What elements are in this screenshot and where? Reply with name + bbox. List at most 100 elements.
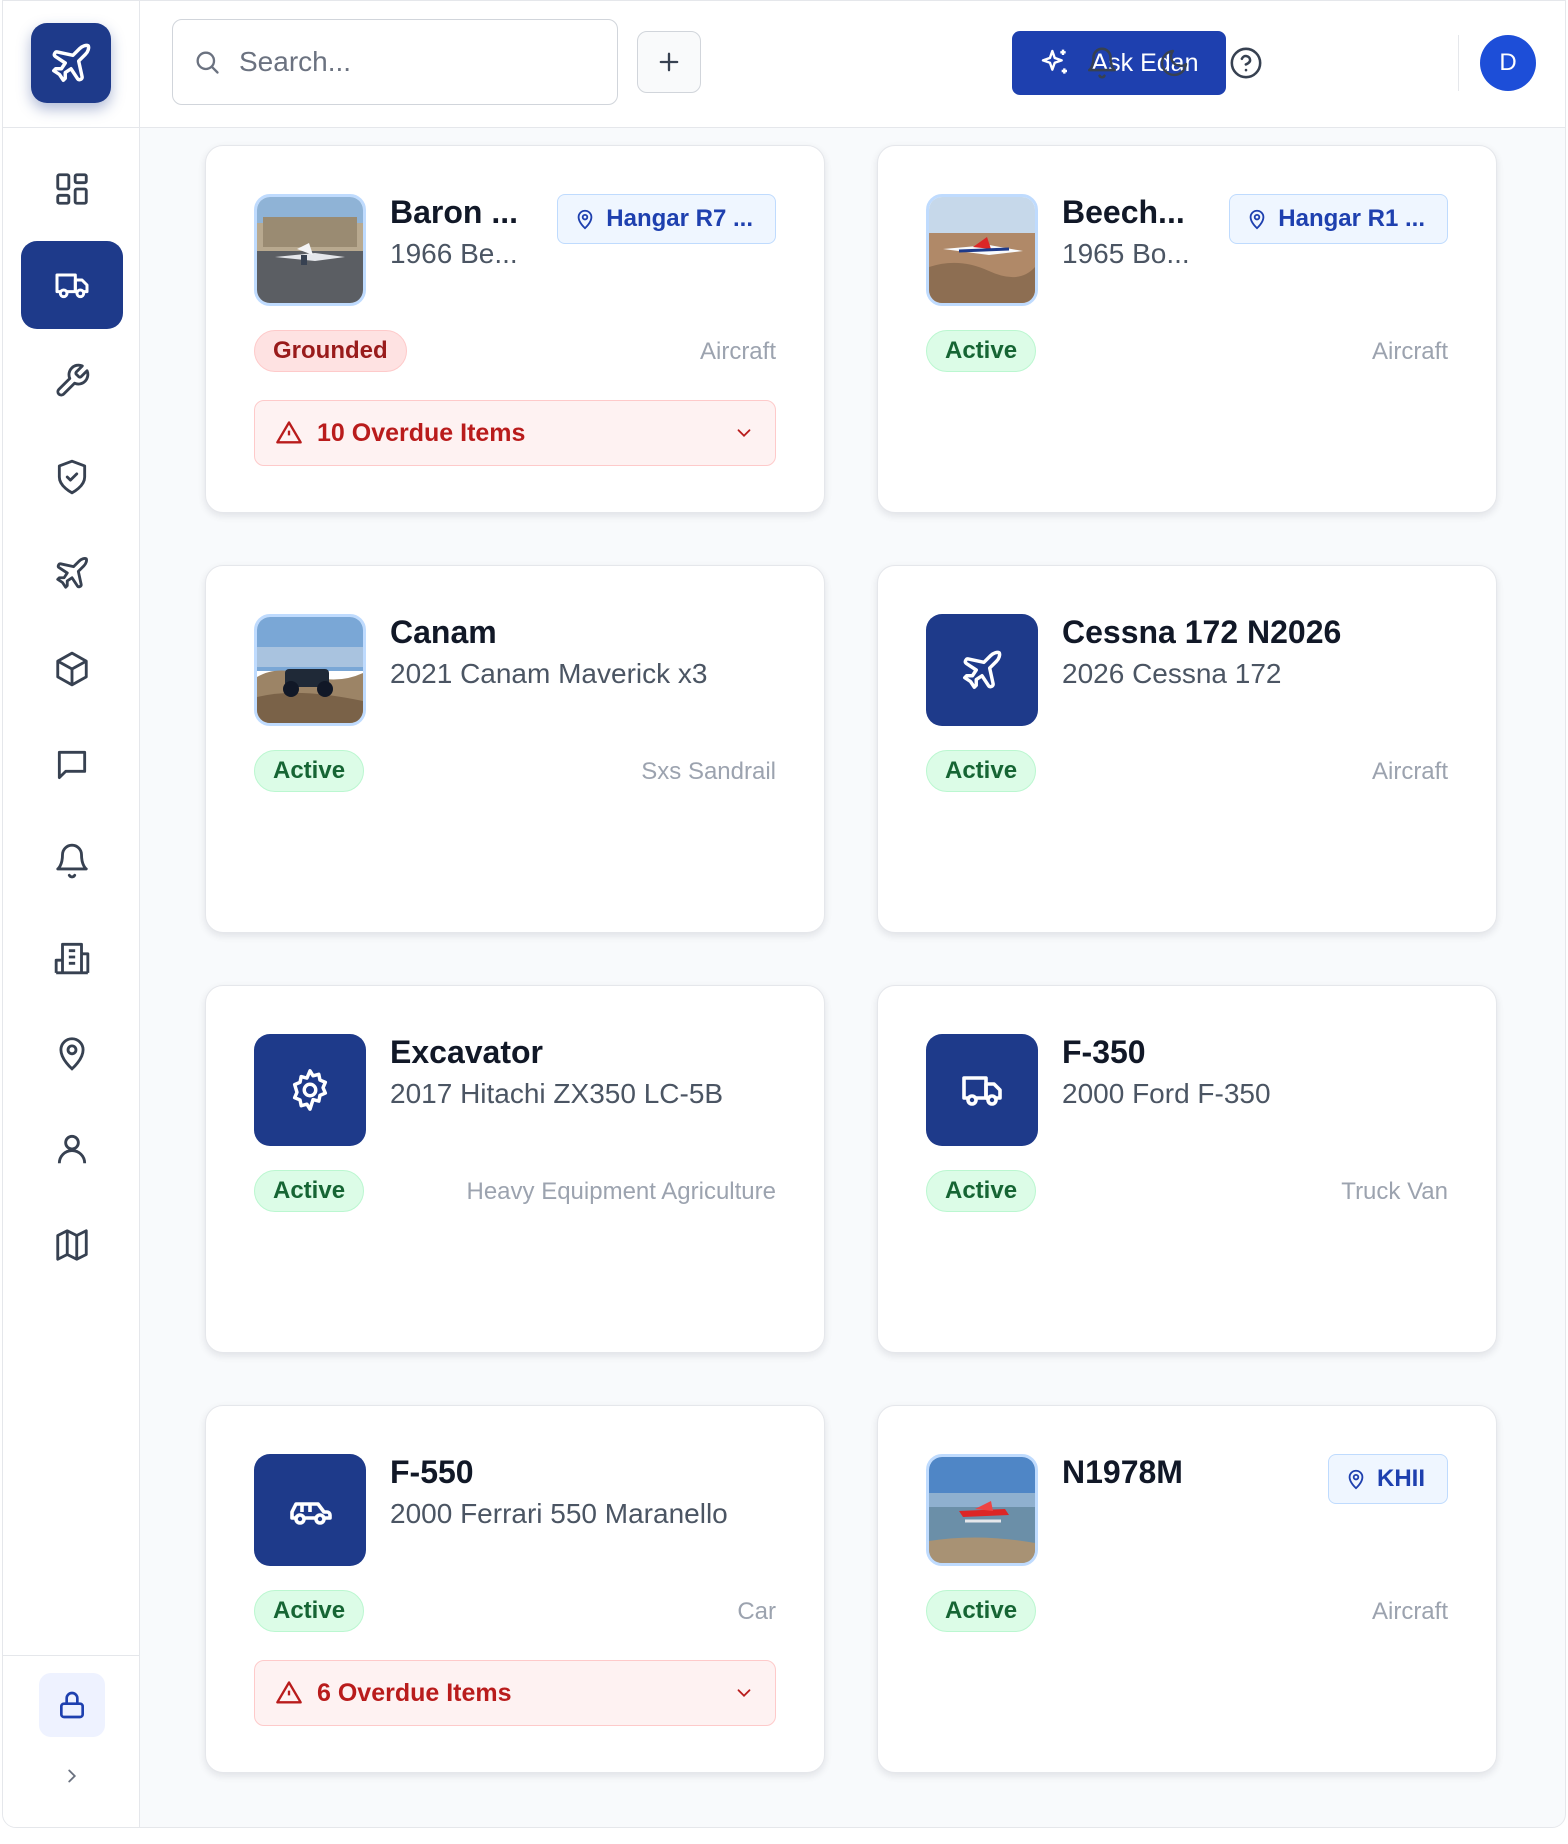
status-badge: Active — [254, 750, 365, 792]
map-icon — [56, 1229, 88, 1261]
chat-icon — [57, 750, 87, 780]
bell-icon — [1087, 47, 1117, 79]
overdue-items-dropdown[interactable]: 6 Overdue Items — [254, 1660, 776, 1726]
asset-photo — [254, 614, 366, 726]
sparkles-icon — [1042, 49, 1068, 74]
avatar-initial: D — [1499, 49, 1517, 76]
sidebar-item-maintenance[interactable] — [21, 337, 123, 425]
status-badge: Active — [254, 1170, 365, 1212]
location-badge[interactable]: Hangar R1 ... — [1229, 194, 1448, 244]
asset-category: Aircraft — [1371, 338, 1448, 365]
sidebar-item-compliance[interactable] — [21, 433, 123, 521]
bell-icon — [56, 843, 88, 879]
status-badge: Grounded — [254, 330, 407, 372]
asset-type-tile — [926, 614, 1038, 726]
search-box[interactable] — [172, 19, 618, 105]
notifications-button[interactable] — [1078, 39, 1126, 87]
sidebar-item-map[interactable] — [21, 1201, 123, 1289]
asset-category: Aircraft — [1371, 1598, 1448, 1625]
asset-card[interactable]: Beech... 1965 Bo... Hangar R1 ... Active… — [877, 145, 1497, 513]
asset-name: Canam — [390, 614, 497, 650]
truck-icon — [55, 273, 89, 299]
asset-grid: Baron ... 1966 Be... Hangar R7 ... Groun… — [205, 145, 1503, 1827]
asset-model: 2000 Ferrari 550 Maranello — [390, 1498, 728, 1529]
asset-category: Aircraft — [1371, 758, 1448, 785]
asset-name: F-350 — [1062, 1034, 1146, 1070]
asset-card[interactable]: F-550 2000 Ferrari 550 Maranello Active … — [205, 1405, 825, 1773]
status-badge: Active — [926, 1590, 1037, 1632]
asset-model: 2021 Canam Maverick x3 — [390, 658, 708, 689]
asset-model: 1965 Bo... — [1062, 238, 1190, 269]
help-button[interactable] — [1222, 39, 1270, 87]
sidebar-item-flights[interactable] — [21, 529, 123, 617]
chevron-down-icon — [737, 429, 751, 438]
asset-category: Car — [737, 1598, 776, 1625]
logo[interactable] — [31, 23, 111, 103]
sidebar-item-messages[interactable] — [21, 721, 123, 809]
asset-card[interactable]: N1978M KHII Active Aircraft — [877, 1405, 1497, 1773]
asset-name: F-550 — [390, 1454, 474, 1490]
asset-card[interactable]: Canam 2021 Canam Maverick x3 Active Sxs … — [205, 565, 825, 933]
chevron-down-icon — [737, 1689, 751, 1698]
sidebar-item-dashboard[interactable] — [21, 145, 123, 233]
car-icon — [290, 1502, 332, 1525]
asset-type-tile — [254, 1454, 366, 1566]
location-badge[interactable]: Hangar R7 ... — [557, 194, 776, 244]
shield-check-icon — [57, 459, 87, 495]
asset-card[interactable]: Baron ... 1966 Be... Hangar R7 ... Groun… — [205, 145, 825, 513]
asset-model: 2026 Cessna 172 — [1062, 658, 1282, 689]
asset-photo — [926, 194, 1038, 306]
asset-model: 2000 Ford F-350 — [1062, 1078, 1271, 1109]
sidebar-item-locations[interactable] — [21, 1009, 123, 1097]
chevron-right-icon — [68, 1769, 77, 1783]
asset-category: Truck Van — [1341, 1178, 1448, 1205]
building-icon — [54, 942, 90, 975]
asset-photo — [926, 1454, 1038, 1566]
add-button[interactable] — [637, 31, 701, 93]
map-pin-icon — [577, 209, 593, 230]
expand-sidebar-button[interactable] — [53, 1757, 91, 1795]
asset-name: N1978M — [1062, 1454, 1183, 1490]
asset-type-tile — [254, 1034, 366, 1146]
sidebar-item-notifications[interactable] — [21, 817, 123, 905]
asset-name: Beech... — [1062, 194, 1185, 230]
package-icon — [56, 651, 88, 687]
asset-category: Heavy Equipment Agriculture — [466, 1178, 777, 1205]
asset-card[interactable]: F-350 2000 Ford F-350 Active Truck Van — [877, 985, 1497, 1353]
location-label: Hangar R7 ... — [606, 205, 753, 232]
warning-icon — [276, 421, 302, 444]
asset-model: 2017 Hitachi ZX350 LC-5B — [390, 1078, 724, 1109]
top-bar: Ask Edan D — [140, 1, 1565, 128]
theme-toggle-button[interactable] — [1150, 39, 1198, 87]
truck-icon — [962, 1076, 1002, 1106]
avatar[interactable]: D — [1480, 35, 1536, 91]
plane-logo-icon — [52, 43, 91, 82]
lock-icon — [60, 1691, 84, 1719]
gear-icon — [292, 1069, 328, 1111]
sidebar-item-organizations[interactable] — [21, 913, 123, 1001]
location-label: Hangar R1 ... — [1278, 205, 1425, 232]
status-badge: Active — [926, 750, 1037, 792]
asset-name: Baron ... — [390, 194, 519, 230]
status-badge: Active — [926, 1170, 1037, 1212]
sidebar — [3, 1, 140, 1827]
plus-icon — [659, 52, 679, 72]
search-input[interactable] — [237, 45, 601, 79]
map-pin-icon — [1249, 209, 1265, 230]
map-pin-icon — [59, 1037, 85, 1071]
plane-icon — [963, 650, 1002, 689]
asset-card[interactable]: Cessna 172 N2026 2026 Cessna 172 Active … — [877, 565, 1497, 933]
asset-card[interactable]: Excavator 2017 Hitachi ZX350 LC-5B Activ… — [205, 985, 825, 1353]
sidebar-item-users[interactable] — [21, 1105, 123, 1193]
sidebar-item-inventory[interactable] — [21, 625, 123, 713]
location-badge[interactable]: KHII — [1328, 1454, 1448, 1504]
overdue-label: 6 Overdue Items — [317, 1678, 512, 1707]
asset-model: 1966 Be... — [390, 238, 518, 269]
status-badge: Active — [254, 1590, 365, 1632]
sidebar-item-assets[interactable] — [21, 241, 123, 329]
lock-button[interactable] — [39, 1673, 105, 1737]
asset-name: Cessna 172 N2026 — [1062, 614, 1342, 650]
asset-type-tile — [926, 1034, 1038, 1146]
overdue-items-dropdown[interactable]: 10 Overdue Items — [254, 400, 776, 466]
user-icon — [57, 1134, 87, 1164]
